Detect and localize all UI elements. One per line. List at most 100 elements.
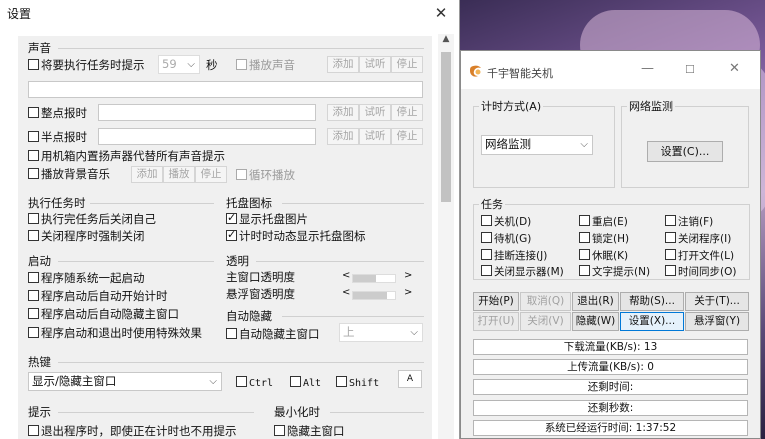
hotkey-key-input[interactable]: A [398, 370, 422, 388]
slider-track[interactable] [352, 274, 396, 283]
task-monitor-off[interactable]: 关闭显示器(M) [481, 264, 564, 280]
about-button[interactable]: 关于(T)... [685, 292, 749, 311]
net-settings-button[interactable]: 设置(C)... [647, 141, 723, 162]
task-open-file[interactable]: 打开文件(L) [665, 248, 734, 264]
half-hour-preview-button[interactable]: 试听 [359, 128, 391, 145]
auto-timer-checkbox[interactable]: 程序启动后自动开始计时 [28, 288, 168, 304]
minimize-hide-checkbox[interactable]: 隐藏主窗口 [274, 423, 345, 439]
slider-track[interactable] [352, 291, 396, 300]
hide-button[interactable]: 隐藏(W) [572, 312, 619, 331]
exit-button[interactable]: 退出(R) [572, 292, 619, 311]
checkbox-icon[interactable] [226, 328, 237, 339]
loop-checkbox[interactable]: 循环播放 [236, 167, 295, 183]
task-shutdown[interactable]: 关机(D) [481, 214, 531, 230]
settings-button[interactable]: 设置(X)... [620, 312, 684, 331]
task-logoff[interactable]: 注销(F) [665, 214, 713, 230]
hotkey-action-select[interactable]: 显示/隐藏主窗口 ⌵ [28, 372, 222, 391]
vertical-scrollbar[interactable]: ▲ [438, 34, 454, 439]
main-opacity-slider[interactable]: < > [342, 270, 418, 285]
scroll-thumb[interactable] [441, 52, 451, 202]
chevron-right-icon[interactable]: > [404, 270, 412, 281]
alt-checkbox[interactable]: Alt [290, 374, 321, 390]
half-hour-add-button[interactable]: 添加 [327, 128, 359, 145]
stop-sound-button[interactable]: 停止 [391, 56, 423, 73]
open-button[interactable]: 打开(U) [473, 312, 519, 331]
bg-music-stop-button[interactable]: 停止 [195, 166, 227, 183]
checkbox-icon[interactable] [481, 232, 492, 243]
checkbox-checked-icon[interactable] [226, 227, 237, 243]
checkbox-icon[interactable] [28, 150, 39, 161]
checkbox-icon[interactable] [481, 249, 492, 260]
special-effect-checkbox[interactable]: 程序启动和退出时使用特殊效果 [28, 325, 202, 341]
close-icon[interactable]: ✕ [431, 4, 451, 22]
cancel-button[interactable]: 取消(Q) [520, 292, 571, 311]
checkbox-icon[interactable] [274, 425, 285, 436]
chevron-left-icon[interactable]: < [342, 287, 350, 298]
auto-hide-startup-checkbox[interactable]: 程序启动后自动隐藏主窗口 [28, 306, 179, 322]
half-hour-sound-input[interactable] [98, 128, 316, 145]
checkbox-icon[interactable] [481, 215, 492, 226]
help-button[interactable]: 帮助(S)... [620, 292, 684, 311]
checkbox-icon[interactable] [236, 376, 247, 387]
remind-sound-path-input[interactable] [28, 81, 423, 98]
checkbox-icon[interactable] [28, 59, 39, 70]
start-button[interactable]: 开始(P) [473, 292, 519, 311]
checkbox-icon[interactable] [579, 215, 590, 226]
force-close-checkbox[interactable]: 关闭程序时强制关闭 [28, 228, 145, 244]
preview-sound-button[interactable]: 试听 [359, 56, 391, 73]
scroll-up-icon[interactable]: ▲ [438, 34, 454, 48]
shift-checkbox[interactable]: Shift [336, 374, 379, 390]
checkbox-icon[interactable] [236, 169, 247, 180]
floating-window-button[interactable]: 悬浮窗(Y) [685, 312, 749, 331]
bg-music-checkbox[interactable]: 播放背景音乐 [28, 166, 110, 182]
checkbox-icon[interactable] [665, 265, 676, 276]
checkbox-icon[interactable] [28, 425, 39, 436]
checkbox-icon[interactable] [579, 232, 590, 243]
ctrl-checkbox[interactable]: Ctrl [236, 374, 273, 390]
checkbox-icon[interactable] [28, 107, 39, 118]
checkbox-icon[interactable] [481, 265, 492, 276]
hourly-checkbox[interactable]: 整点报时 [28, 105, 87, 121]
hourly-stop-button[interactable]: 停止 [391, 104, 423, 121]
hourly-add-button[interactable]: 添加 [327, 104, 359, 121]
task-hibernate[interactable]: 休眠(K) [579, 248, 628, 264]
checkbox-icon[interactable] [579, 265, 590, 276]
maximize-icon[interactable]: ☐ [685, 63, 695, 76]
checkbox-icon[interactable] [28, 213, 39, 224]
timing-mode-select[interactable]: 网络监测 ⌵ [481, 135, 593, 155]
minimize-icon[interactable]: — [641, 61, 654, 76]
show-tray-checkbox[interactable]: 显示托盘图片 [226, 210, 308, 227]
dynamic-tray-checkbox[interactable]: 计时时动态显示托盘图标 [226, 227, 366, 244]
bg-music-play-button[interactable]: 播放 [163, 166, 195, 183]
checkbox-icon[interactable] [28, 168, 39, 179]
task-hangup[interactable]: 挂断连接(J) [481, 248, 547, 264]
task-lock[interactable]: 锁定(H) [579, 231, 629, 247]
remind-checkbox[interactable]: 将要执行任务时提示 [28, 57, 145, 73]
checkbox-icon[interactable] [28, 272, 39, 283]
chevron-left-icon[interactable]: < [342, 270, 350, 281]
close-icon[interactable]: ✕ [729, 61, 740, 76]
with-system-checkbox[interactable]: 程序随系统一起启动 [28, 270, 145, 286]
pc-speaker-checkbox[interactable]: 用机箱内置扬声器代替所有声音提示 [28, 148, 225, 164]
checkbox-icon[interactable] [665, 215, 676, 226]
checkbox-icon[interactable] [28, 290, 39, 301]
checkbox-icon[interactable] [236, 59, 247, 70]
auto-hide-main-checkbox[interactable]: 自动隐藏主窗口 [226, 326, 320, 342]
close-button[interactable]: 关闭(V) [520, 312, 571, 331]
exit-no-prompt-checkbox[interactable]: 退出程序时，即使正在计时也不用提示 [28, 423, 237, 439]
seconds-select[interactable]: 59 ⌵ [158, 55, 200, 74]
checkbox-icon[interactable] [28, 230, 39, 241]
task-time-sync[interactable]: 时间同步(O) [665, 264, 736, 280]
hourly-preview-button[interactable]: 试听 [359, 104, 391, 121]
checkbox-icon[interactable] [336, 376, 347, 387]
checkbox-icon[interactable] [665, 249, 676, 260]
task-close-program[interactable]: 关闭程序(I) [665, 231, 731, 247]
float-opacity-slider[interactable]: < > [342, 287, 418, 302]
chevron-right-icon[interactable]: > [404, 287, 412, 298]
checkbox-icon[interactable] [28, 131, 39, 142]
hourly-sound-input[interactable] [98, 104, 316, 121]
checkbox-icon[interactable] [579, 249, 590, 260]
checkbox-icon[interactable] [28, 308, 39, 319]
bg-music-add-button[interactable]: 添加 [131, 166, 163, 183]
task-restart[interactable]: 重启(E) [579, 214, 628, 230]
